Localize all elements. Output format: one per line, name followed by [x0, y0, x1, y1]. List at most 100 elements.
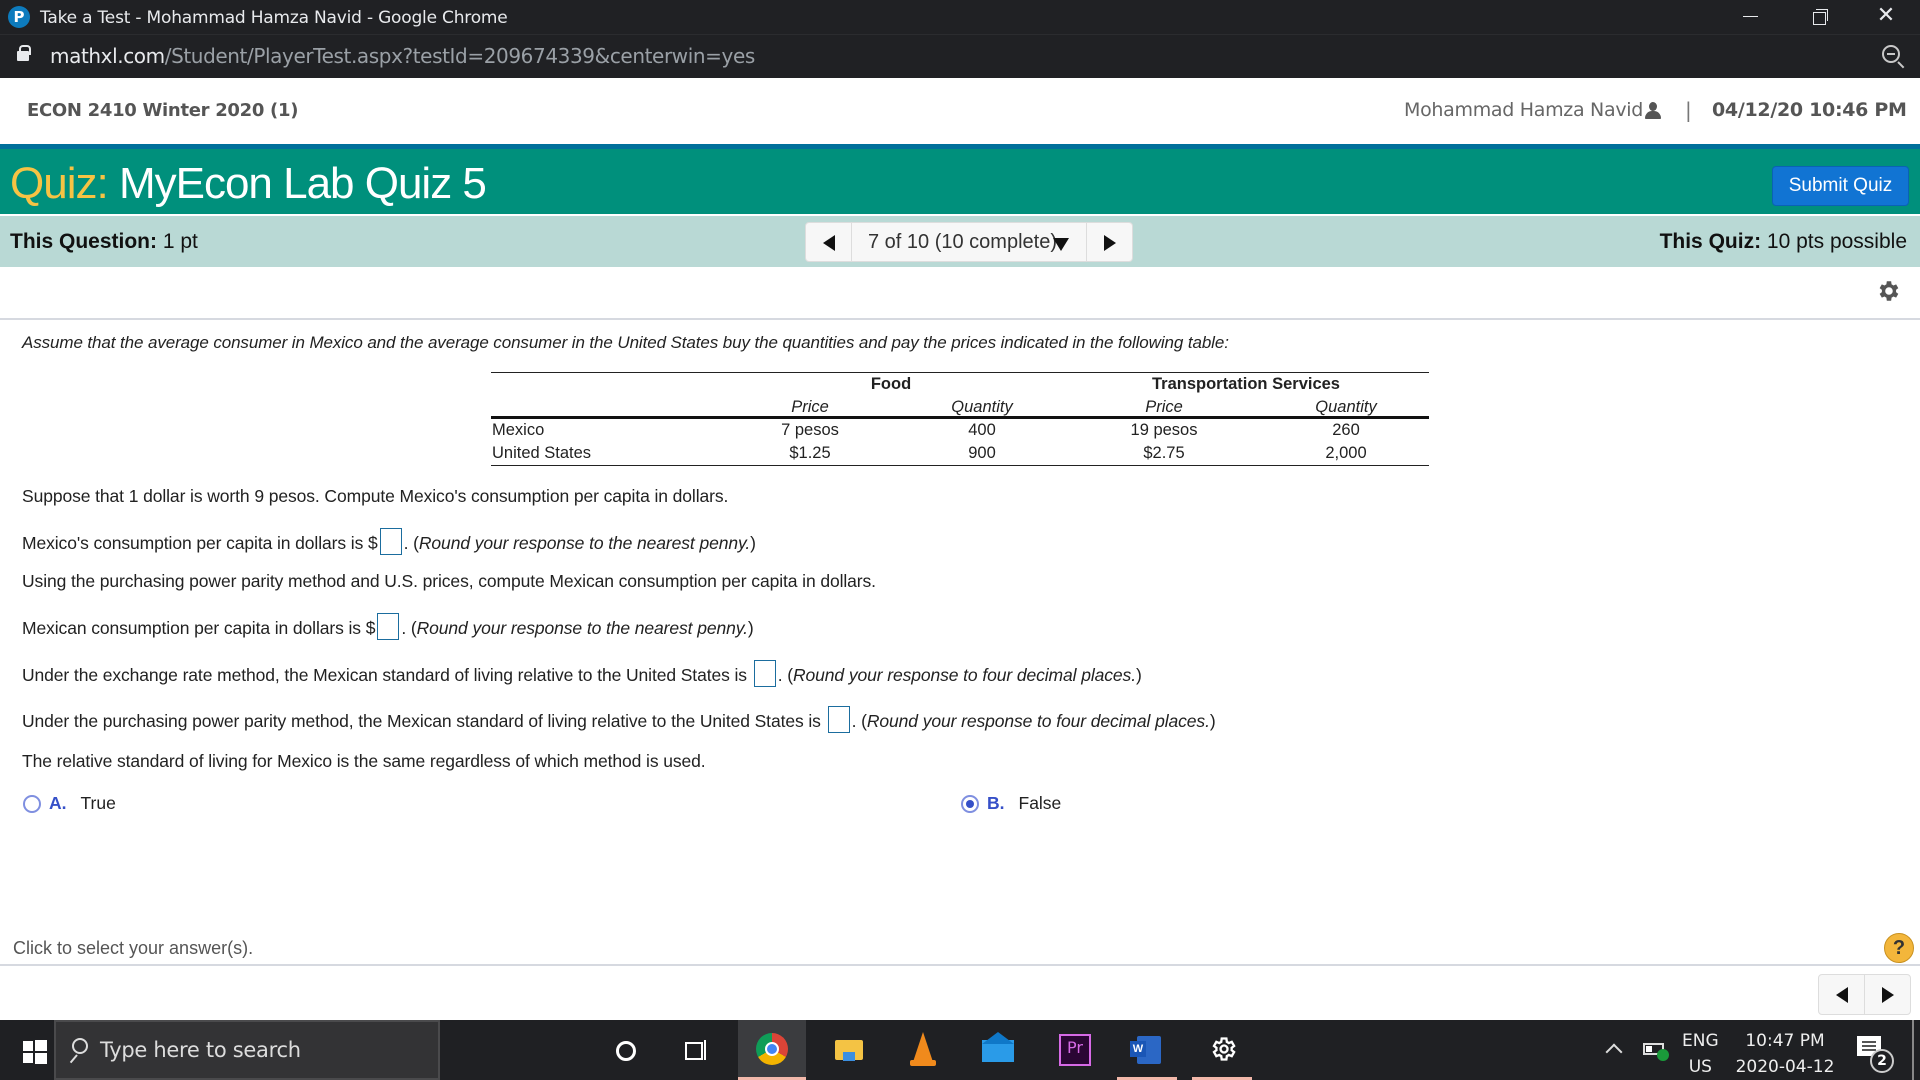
chrome-taskbar-icon[interactable]: [738, 1020, 806, 1080]
clock-time: 10:47 PM: [1745, 1031, 1825, 1051]
header-separator: |: [1685, 98, 1692, 122]
close-button[interactable]: ✕: [1856, 0, 1916, 34]
mail-icon[interactable]: [968, 1020, 1028, 1080]
battery-icon[interactable]: [1643, 1043, 1669, 1061]
taskbar-search-input[interactable]: Type here to search: [54, 1020, 440, 1080]
option-letter: B.: [987, 793, 1005, 813]
table-group-header: Food: [870, 375, 912, 393]
radio-checked-icon[interactable]: [961, 794, 979, 813]
table-column-header: Quantity: [1315, 398, 1377, 416]
this-question-value: 1 pt: [162, 230, 198, 253]
answer-input-relative-ppp[interactable]: [827, 706, 850, 733]
file-explorer-icon[interactable]: [818, 1020, 878, 1080]
restore-button[interactable]: [1790, 0, 1850, 34]
this-quiz-points: This Quiz: 10 pts possible: [1660, 230, 1907, 254]
region-code: US: [1688, 1057, 1712, 1077]
radio-unchecked-icon[interactable]: [23, 794, 41, 813]
taskbar-clock[interactable]: 10:47 PM 2020-04-12: [1735, 1028, 1835, 1080]
punctuation: ): [750, 533, 756, 553]
lock-icon[interactable]: [17, 45, 31, 61]
question-info-bar: This Question: 1 pt 7 of 10 (10 complete…: [0, 215, 1920, 267]
table-row: United States $1.25 900 $2.75 2,000: [491, 442, 1429, 465]
windows-taskbar: Type here to search ENG US 10:47 PM 2020…: [0, 1020, 1920, 1080]
question-text-true-false: The relative standard of living for Mexi…: [22, 751, 706, 771]
premiere-pro-icon[interactable]: [1042, 1020, 1102, 1080]
table-cell: 260: [1332, 421, 1360, 439]
question-line-consumption-exchange: Mexico's consumption per capita in dolla…: [22, 528, 756, 555]
gear-icon[interactable]: [1875, 278, 1901, 304]
rounding-hint: Round your response to the nearest penny…: [416, 618, 748, 638]
search-placeholder: Type here to search: [100, 1038, 301, 1062]
table-column-header: Price: [791, 398, 829, 416]
language-code: ENG: [1682, 1031, 1719, 1051]
chevron-down-icon[interactable]: [1053, 238, 1069, 251]
header-datetime: 04/12/20 10:46 PM: [1712, 99, 1907, 121]
content-divider: [0, 318, 1920, 320]
table-cell: 400: [968, 421, 996, 439]
table-subheader-row: Price Quantity Price Quantity: [491, 396, 1429, 419]
answer-input-relative-exchange[interactable]: [753, 660, 776, 687]
punctuation: . (: [851, 711, 867, 731]
punctuation: ): [747, 618, 754, 638]
question-text: Under the exchange rate method, the Mexi…: [22, 665, 752, 685]
footer-hint: Click to select your answer(s).: [13, 938, 254, 958]
notification-count-badge: 2: [1870, 1049, 1894, 1073]
minimize-button[interactable]: [1720, 0, 1780, 34]
answer-input-consumption-exchange[interactable]: [379, 528, 402, 555]
this-question-points: This Question: 1 pt: [10, 230, 198, 254]
table-cell: 900: [968, 444, 996, 462]
user-icon: [1645, 102, 1661, 120]
quiz-name: MyEcon Lab Quiz 5: [118, 159, 487, 208]
question-text-ppp: Using the purchasing power parity method…: [22, 571, 876, 591]
punctuation: . (: [777, 665, 793, 685]
option-a-true[interactable]: A. True: [23, 793, 116, 814]
question-text: Mexico's consumption per capita in dolla…: [22, 533, 378, 553]
table-cell: $2.75: [1143, 444, 1185, 462]
quiz-title: Quiz: MyEcon Lab Quiz 5: [10, 159, 487, 209]
rounding-hint: Round your response to the nearest penny…: [418, 533, 751, 553]
table-cell: 19 pesos: [1130, 421, 1198, 439]
table-cell: 2,000: [1325, 444, 1367, 462]
show-hidden-icons-chevron[interactable]: [1605, 1043, 1623, 1061]
punctuation: . (: [403, 533, 419, 553]
this-quiz-value: 10 pts possible: [1766, 230, 1907, 253]
table-cell: $1.25: [789, 444, 831, 462]
task-view-icon[interactable]: [665, 1020, 725, 1080]
windows-start-icon[interactable]: [0, 1020, 54, 1080]
help-icon[interactable]: ?: [1884, 933, 1914, 963]
table-row: Mexico 7 pesos 400 19 pesos 260: [491, 419, 1429, 442]
url-path: /Student/PlayerTest.aspx?testId=20967433…: [164, 44, 756, 68]
address-bar[interactable]: mathxl.com/Student/PlayerTest.aspx?testI…: [0, 34, 1920, 78]
punctuation: ): [1135, 665, 1142, 685]
next-question-button[interactable]: [1086, 223, 1132, 261]
question-intro: Assume that the average consumer in Mexi…: [22, 333, 1229, 352]
cortana-icon[interactable]: [594, 1020, 654, 1080]
previous-question-button-bottom[interactable]: [1819, 975, 1865, 1014]
vlc-icon[interactable]: [893, 1020, 953, 1080]
language-indicator[interactable]: ENG US: [1682, 1028, 1719, 1080]
zoom-out-icon[interactable]: [1882, 45, 1900, 63]
clock-date: 2020-04-12: [1735, 1057, 1835, 1077]
question-text: Under the purchasing power parity method…: [22, 711, 826, 731]
table-row-label: Mexico: [492, 421, 545, 439]
window-title: Take a Test - Mohammad Hamza Navid - Goo…: [40, 8, 508, 28]
bottom-pager: [1818, 974, 1911, 1015]
price-quantity-table: Food Transportation Services Price Quant…: [491, 372, 1429, 466]
show-desktop-button[interactable]: [1912, 1020, 1914, 1080]
word-icon[interactable]: [1117, 1020, 1177, 1080]
question-text: Mexican consumption per capita in dollar…: [22, 618, 376, 638]
question-selector[interactable]: 7 of 10 (10 complete): [868, 231, 1057, 254]
settings-icon[interactable]: [1192, 1020, 1252, 1080]
next-question-button-bottom[interactable]: [1864, 975, 1910, 1014]
option-b-false[interactable]: B. False: [961, 793, 1061, 814]
question-line-relative-exchange: Under the exchange rate method, the Mexi…: [22, 660, 1142, 687]
table-column-header: Price: [1145, 398, 1183, 416]
submit-quiz-button[interactable]: Submit Quiz: [1772, 166, 1909, 206]
answer-input-consumption-ppp[interactable]: [377, 613, 400, 640]
this-question-label: This Question:: [10, 230, 157, 253]
footer-divider: [0, 964, 1920, 966]
url-text[interactable]: mathxl.com/Student/PlayerTest.aspx?testI…: [50, 44, 755, 68]
previous-question-button[interactable]: [806, 223, 852, 261]
question-line-consumption-ppp: Mexican consumption per capita in dollar…: [22, 613, 754, 640]
course-header: ECON 2410 Winter 2020 (1) Mohammad Hamza…: [0, 78, 1920, 144]
